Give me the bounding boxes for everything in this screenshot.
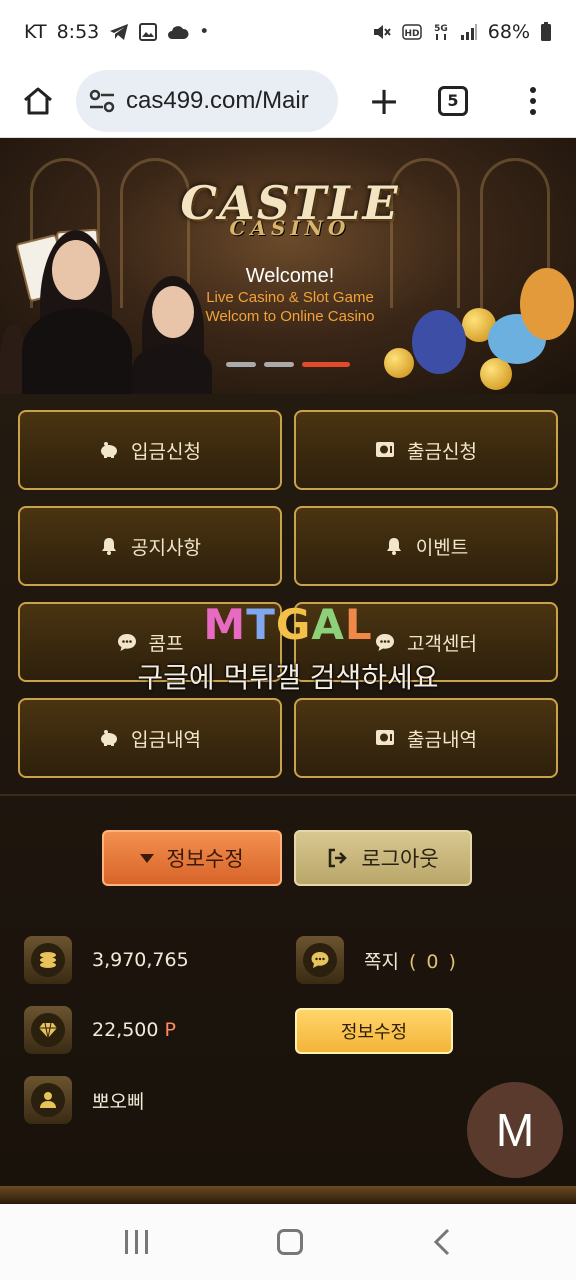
footer-strip bbox=[0, 1186, 576, 1204]
address-bar[interactable]: cas499.com/Mair bbox=[76, 69, 338, 132]
dealer-face bbox=[152, 286, 194, 338]
menu-label: 이벤트 bbox=[415, 536, 469, 559]
messages-label-text: 쪽지 bbox=[364, 950, 399, 973]
5g-icon: 5G bbox=[434, 24, 448, 40]
main-content: 입금신청 출금신청 공지사항 이벤트 콤프 고객센터 입금내역 출금내역 정보수… bbox=[0, 394, 576, 1186]
battery-icon bbox=[541, 22, 551, 41]
logout-label: 로그아웃 bbox=[361, 847, 439, 871]
watermark-text: 구글에 먹튀갤 검색하세요 bbox=[137, 661, 439, 694]
chat-icon bbox=[376, 634, 395, 651]
recent-apps-icon[interactable] bbox=[124, 1230, 148, 1254]
points-row: 22,500 P bbox=[24, 1006, 176, 1054]
tab-switcher-button[interactable]: 5 bbox=[438, 85, 468, 116]
balance-row: 3,970,765 bbox=[24, 936, 189, 984]
notice-button[interactable]: 공지사항 bbox=[18, 506, 282, 586]
raccoon-character bbox=[412, 310, 466, 374]
gold-coin-decoration bbox=[384, 348, 414, 378]
bell-icon bbox=[386, 538, 401, 555]
deposit-history-button[interactable]: 입금내역 bbox=[18, 698, 282, 778]
menu-label: 출금내역 bbox=[407, 728, 477, 751]
welcome-line-2: Welcom to Online Casino bbox=[205, 308, 375, 325]
hd-icon: HD bbox=[402, 24, 422, 40]
svg-text:5G: 5G bbox=[434, 24, 448, 34]
carousel-dot-active[interactable] bbox=[302, 362, 350, 367]
signal-icon bbox=[460, 24, 477, 40]
piggy-bank-icon bbox=[101, 730, 118, 746]
menu-label: 고객센터 bbox=[407, 632, 477, 655]
bell-icon bbox=[102, 538, 117, 555]
safe-icon bbox=[376, 442, 395, 457]
username-value: 뽀오삐 bbox=[92, 1090, 145, 1113]
withdraw-request-button[interactable]: 출금신청 bbox=[294, 410, 558, 490]
dealer-figure bbox=[22, 308, 132, 394]
browser-menu-button[interactable] bbox=[528, 86, 538, 115]
section-divider bbox=[0, 794, 576, 796]
points-number: 22,500 bbox=[92, 1019, 159, 1041]
miner-character bbox=[520, 268, 574, 340]
caret-down-icon bbox=[140, 853, 155, 863]
piggy-bank-icon bbox=[101, 442, 118, 458]
menu-label: 출금신청 bbox=[407, 440, 477, 463]
messages-label: 쪽지 ( 0 ) bbox=[364, 947, 458, 974]
home-nav-icon[interactable] bbox=[276, 1229, 303, 1255]
edit-profile-button[interactable]: 정보수정 bbox=[102, 830, 282, 886]
telegram-icon bbox=[110, 24, 129, 40]
edit-profile-label: 정보수정 bbox=[166, 847, 244, 871]
logout-button[interactable]: 로그아웃 bbox=[294, 830, 472, 886]
messages-row[interactable]: 쪽지 ( 0 ) bbox=[296, 936, 458, 984]
browser-toolbar: cas499.com/Mair + 5 bbox=[0, 64, 576, 138]
dealer-face bbox=[52, 240, 100, 300]
castle-casino-logo: CASTLE CASINO bbox=[178, 176, 402, 240]
cloud-icon bbox=[168, 26, 189, 39]
quick-menu-grid: 입금신청 출금신청 공지사항 이벤트 콤프 고객센터 입금내역 출금내역 bbox=[18, 410, 558, 778]
url-text: cas499.com/Mair bbox=[126, 86, 309, 114]
carousel-dot[interactable] bbox=[264, 362, 294, 367]
balance-value: 3,970,765 bbox=[92, 949, 189, 971]
menu-label: 입금신청 bbox=[131, 440, 201, 463]
home-button[interactable] bbox=[16, 79, 60, 123]
menu-label: 입금내역 bbox=[131, 728, 201, 751]
home-icon bbox=[24, 87, 52, 114]
diamond-icon bbox=[24, 1006, 72, 1054]
dot-icon: • bbox=[199, 22, 210, 42]
site-settings-icon[interactable] bbox=[88, 87, 116, 115]
clock-label: 8:53 bbox=[56, 21, 100, 43]
menu-label: 공지사항 bbox=[131, 536, 201, 559]
status-bar-right: HD 5G 68% bbox=[372, 21, 552, 43]
new-tab-button[interactable]: + bbox=[364, 82, 404, 120]
message-icon bbox=[296, 936, 344, 984]
coins-icon bbox=[24, 936, 72, 984]
deposit-request-button[interactable]: 입금신청 bbox=[18, 410, 282, 490]
points-value: 22,500 P bbox=[92, 1019, 176, 1041]
safe-icon bbox=[376, 730, 395, 745]
hero-banner[interactable]: CASTLE CASINO Welcome! Live Casino & Slo… bbox=[0, 138, 576, 394]
logout-icon bbox=[329, 848, 348, 868]
event-button[interactable]: 이벤트 bbox=[294, 506, 558, 586]
mute-icon bbox=[373, 25, 391, 39]
account-action-row: 정보수정 로그아웃 bbox=[102, 830, 472, 886]
floating-chat-button[interactable]: M bbox=[467, 1082, 563, 1178]
points-unit: P bbox=[164, 1019, 176, 1041]
welcome-message: Welcome! Live Casino & Slot Game Welcom … bbox=[205, 265, 375, 326]
system-navigation-bar bbox=[0, 1204, 576, 1280]
back-icon[interactable] bbox=[432, 1227, 452, 1257]
svg-text:HD: HD bbox=[404, 29, 419, 39]
user-icon bbox=[24, 1076, 72, 1124]
withdraw-history-button[interactable]: 출금내역 bbox=[294, 698, 558, 778]
carousel-dot[interactable] bbox=[226, 362, 256, 367]
battery-label: 68% bbox=[487, 21, 530, 43]
carrier-label: KT bbox=[24, 21, 47, 43]
dealer-figure bbox=[132, 344, 212, 394]
messages-count: ( 0 ) bbox=[408, 950, 458, 973]
welcome-line-1: Live Casino & Slot Game bbox=[206, 289, 374, 306]
welcome-title: Welcome! bbox=[245, 265, 335, 287]
status-bar-left: KT 8:53 • bbox=[24, 21, 209, 43]
carousel-indicators bbox=[226, 362, 350, 367]
menu-label: 콤프 bbox=[148, 632, 184, 655]
status-bar: KT 8:53 • HD 5G 68% bbox=[0, 0, 576, 64]
edit-info-button[interactable]: 정보수정 bbox=[295, 1008, 453, 1054]
gallery-icon bbox=[139, 23, 158, 41]
username-row: 뽀오삐 bbox=[24, 1076, 144, 1124]
chat-icon bbox=[117, 634, 136, 651]
